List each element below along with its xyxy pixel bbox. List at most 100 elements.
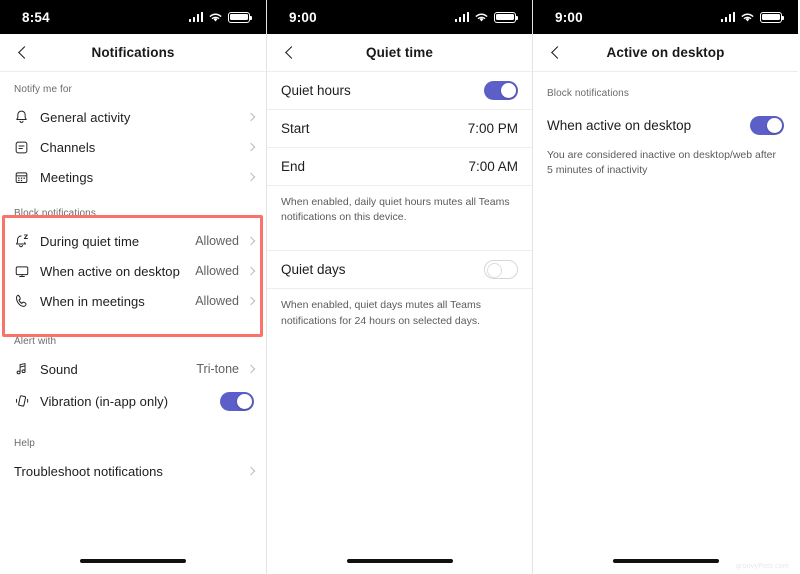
chevron-left-icon [285, 46, 298, 59]
list-item-label: During quiet time [40, 233, 140, 249]
status-clock: 8:54 [22, 9, 50, 25]
row-label: When active on desktop [547, 117, 692, 133]
page-title: Active on desktop [606, 45, 725, 60]
back-button[interactable] [543, 40, 569, 66]
wifi-icon [475, 13, 488, 22]
active-on-desktop-body: Block notifications When active on deskt… [533, 72, 798, 574]
section-label-help: Help [14, 438, 35, 449]
phone-screen-notifications: 8:54 Notifications Notify me for General… [0, 0, 266, 574]
wifi-icon [741, 13, 754, 22]
list-item-label: Vibration (in-app only) [40, 393, 169, 409]
toggle-knob [767, 117, 782, 133]
battery-icon [760, 11, 785, 23]
signal-bars-icon [454, 12, 469, 22]
list-item-when-in-meetings[interactable]: When in meetings Allowed [0, 286, 266, 316]
row-quiet-days[interactable]: Quiet days [267, 251, 532, 290]
chevron-left-icon [18, 46, 31, 59]
row-when-active-on-desktop[interactable]: When active on desktop [533, 106, 798, 144]
vibration-icon [14, 393, 40, 409]
toggle-knob [237, 393, 252, 409]
phone-screen-active-on-desktop: 9:00 Active on desktop Block notificatio… [532, 0, 798, 574]
home-indicator [612, 559, 719, 563]
home-indicator [80, 559, 186, 563]
music-note-icon [14, 361, 40, 377]
row-label: Quiet hours [281, 83, 351, 98]
quiet-hours-help-text: When enabled, daily quiet hours mutes al… [281, 196, 510, 224]
nav-bar: Quiet time [267, 34, 532, 72]
list-item-when-active-on-desktop[interactable]: When active on desktop Allowed [0, 256, 266, 286]
back-button[interactable] [10, 40, 36, 66]
when-active-on-desktop-toggle[interactable] [750, 115, 784, 135]
section-label-block-notifications: Block notifications [547, 88, 629, 99]
row-end[interactable]: End 7:00 AM [267, 148, 532, 186]
home-indicator [346, 559, 453, 563]
battery-icon [228, 11, 253, 23]
active-on-desktop-help-text: You are considered inactive on desktop/w… [547, 149, 777, 177]
list-item-value: Allowed [195, 234, 239, 248]
list-item-value: Allowed [195, 264, 239, 278]
chevron-right-icon [246, 236, 256, 246]
list-item-label: Channels [40, 139, 96, 155]
status-clock: 9:00 [289, 9, 317, 25]
section-gap [267, 237, 532, 252]
phone-call-icon [14, 293, 40, 309]
chevron-right-icon [246, 466, 256, 476]
toggle-knob [486, 263, 502, 279]
notifications-body: Notify me for General activity Channels … [0, 72, 266, 574]
battery-icon [494, 11, 519, 23]
toggle-knob [501, 83, 516, 98]
list-item-value: Allowed [195, 294, 239, 308]
calendar-icon [14, 170, 40, 185]
quiet-hours-toggle[interactable] [484, 81, 518, 100]
phone-screen-quiet-time: 9:00 Quiet time Quiet hours Start 7:00 P… [266, 0, 532, 574]
bell-icon [14, 109, 40, 125]
chevron-right-icon [246, 296, 256, 306]
channels-icon [14, 140, 40, 155]
page-title: Notifications [91, 45, 175, 60]
list-item-label: Sound [40, 361, 78, 377]
bell-snooze-icon [14, 233, 40, 249]
list-item-meetings[interactable]: Meetings [0, 162, 266, 192]
list-item-troubleshoot-notifications[interactable]: Troubleshoot notifications [0, 456, 266, 486]
back-button[interactable] [277, 40, 303, 66]
chevron-left-icon [551, 46, 564, 59]
list-item-label: When in meetings [40, 293, 145, 309]
status-icons [188, 11, 253, 23]
list-item-general-activity[interactable]: General activity [0, 102, 266, 132]
chevron-right-icon [246, 266, 256, 276]
section-label-block: Block notifications [14, 208, 96, 219]
list-item-label: When active on desktop [40, 263, 180, 279]
list-item-label: Meetings [40, 169, 94, 185]
page-title: Quiet time [365, 45, 433, 60]
watermark: groovyPost.com [736, 563, 789, 570]
status-icons [720, 11, 785, 23]
list-item-value: Tri-tone [196, 362, 239, 376]
vibration-toggle[interactable] [220, 391, 254, 411]
chevron-right-icon [246, 364, 256, 374]
signal-bars-icon [188, 12, 203, 22]
status-bar: 9:00 [267, 0, 532, 34]
wifi-icon [209, 13, 222, 22]
row-label: End [281, 159, 306, 174]
status-clock: 9:00 [555, 9, 583, 25]
quiet-days-toggle[interactable] [484, 260, 518, 280]
list-item-during-quiet-time[interactable]: During quiet time Allowed [0, 226, 266, 256]
list-item-vibration[interactable]: Vibration (in-app only) [0, 384, 266, 418]
row-quiet-hours[interactable]: Quiet hours [267, 72, 532, 110]
row-start[interactable]: Start 7:00 PM [267, 110, 532, 148]
chevron-right-icon [246, 112, 256, 122]
list-item-sound[interactable]: Sound Tri-tone [0, 354, 266, 384]
row-label: Quiet days [281, 262, 346, 278]
row-value: 7:00 PM [467, 121, 518, 136]
row-label: Start [281, 121, 310, 136]
status-icons [454, 11, 519, 23]
nav-bar: Active on desktop [533, 34, 798, 72]
chevron-right-icon [246, 142, 256, 152]
screenshot-stage: 8:54 Notifications Notify me for General… [0, 0, 800, 574]
quiet-time-body: Quiet hours Start 7:00 PM End 7:00 AM Wh… [267, 72, 532, 574]
list-item-label: Troubleshoot notifications [14, 463, 163, 479]
chevron-right-icon [246, 172, 256, 182]
list-item-channels[interactable]: Channels [0, 132, 266, 162]
nav-bar: Notifications [0, 34, 266, 72]
list-item-label: General activity [40, 109, 131, 125]
